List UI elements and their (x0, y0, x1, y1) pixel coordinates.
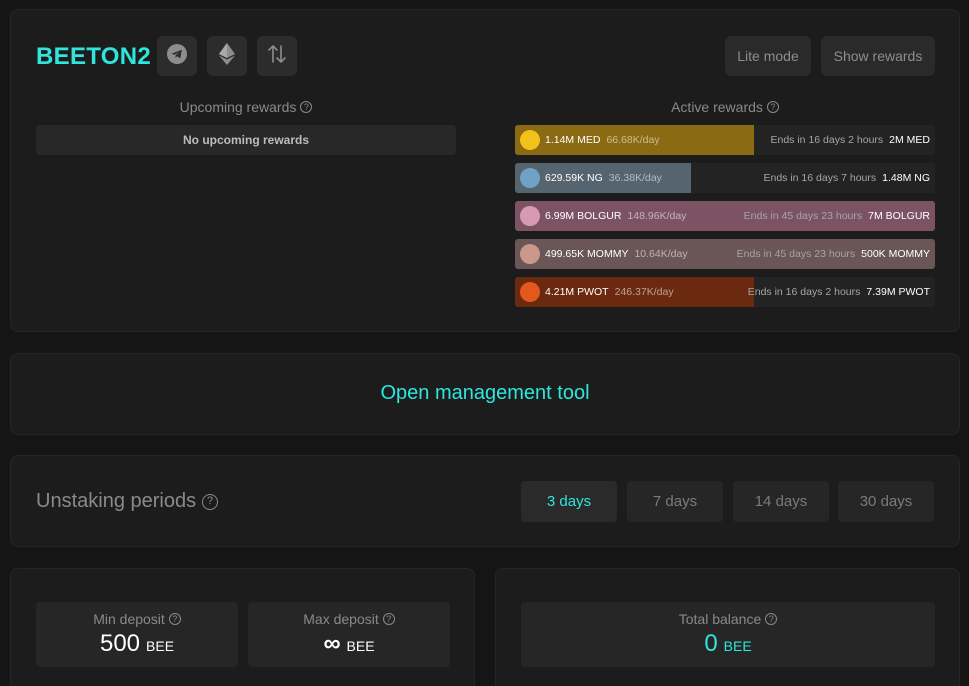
reward-rate: 36.38K/day (608, 172, 662, 184)
ethereum-icon (219, 42, 235, 70)
ethereum-button[interactable] (207, 36, 247, 76)
help-icon[interactable]: ? (168, 613, 181, 625)
reward-row-bolgur[interactable]: 6.99M BOLGUR 148.96K/day Ends in 45 days … (515, 201, 935, 231)
max-deposit-unit: BEE (346, 638, 375, 654)
pool-header-card: BEETON2 Lite mode Show rewards Upcoming … (10, 9, 960, 332)
reward-rate: 66.68K/day (606, 134, 660, 146)
help-icon[interactable]: ? (202, 493, 219, 510)
total-balance-label: Total balance (678, 611, 762, 627)
reward-rate: 246.37K/day (614, 286, 674, 298)
reward-total: 7.39M PWOT (866, 286, 930, 298)
reward-total: 500K MOMMY (861, 248, 930, 260)
reward-amount: 1.14M MED (545, 134, 601, 146)
reward-row-ng[interactable]: 629.59K NG 36.38K/day Ends in 16 days 7 h… (515, 163, 935, 193)
token-avatar-bolgur (520, 206, 540, 226)
reward-row-med[interactable]: 1.14M MED 66.68K/day Ends in 16 days 2 ho… (515, 125, 935, 155)
show-rewards-button[interactable]: Show rewards (821, 36, 935, 76)
min-deposit-unit: BEE (146, 638, 175, 654)
reward-amount: 499.65K MOMMY (545, 248, 629, 260)
min-deposit-label: Min deposit (93, 611, 165, 627)
max-deposit-label: Max deposit (303, 611, 379, 627)
reward-ends: Ends in 45 days 23 hours (736, 248, 856, 260)
max-deposit-box: Max deposit ? ∞ BEE (248, 602, 450, 667)
active-rewards-heading: Active rewards ? (515, 99, 935, 115)
infinity-icon: ∞ (323, 630, 341, 657)
reward-row-mommy[interactable]: 499.65K MOMMY 10.64K/day Ends in 45 days … (515, 239, 935, 269)
upcoming-rewards-heading: Upcoming rewards ? (36, 99, 456, 115)
telegram-button[interactable] (157, 36, 197, 76)
total-balance-value: 0 (704, 630, 718, 657)
period-button-7-days[interactable]: 7 days (627, 481, 723, 522)
reward-rate: 10.64K/day (634, 248, 688, 260)
token-avatar-mommy (520, 244, 540, 264)
total-balance-unit: BEE (723, 638, 752, 654)
management-card: Open management tool (10, 353, 960, 435)
lite-mode-button[interactable]: Lite mode (725, 36, 811, 76)
telegram-icon (166, 43, 188, 70)
reward-amount: 629.59K NG (545, 172, 603, 184)
reward-amount: 4.21M PWOT (545, 286, 609, 298)
reward-ends: Ends in 16 days 2 hours (747, 286, 861, 298)
deposit-limits-card: Min deposit ? 500 BEE Max deposit ? ∞ BE… (10, 568, 475, 686)
total-balance-box: Total balance ? 0 BEE (521, 602, 935, 667)
reward-total: 1.48M NG (882, 172, 930, 184)
swap-button[interactable] (257, 36, 297, 76)
unstaking-periods-title: Unstaking periods (36, 490, 197, 512)
open-management-tool-link[interactable]: Open management tool (11, 382, 959, 405)
unstaking-periods-card: Unstaking periods ? 3 days 7 days 14 day… (10, 455, 960, 547)
balance-card: Total balance ? 0 BEE (495, 568, 960, 686)
active-rewards-label: Active rewards (671, 99, 763, 115)
token-avatar-pwot (520, 282, 540, 302)
pool-title: BEETON2 (36, 43, 152, 70)
min-deposit-value: 500 (99, 630, 141, 657)
min-deposit-box: Min deposit ? 500 BEE (36, 602, 238, 667)
help-icon[interactable]: ? (382, 613, 395, 625)
reward-ends: Ends in 45 days 23 hours (743, 210, 863, 222)
help-icon[interactable]: ? (766, 101, 779, 113)
upcoming-rewards-label: Upcoming rewards (179, 99, 297, 115)
reward-row-pwot[interactable]: 4.21M PWOT 246.37K/day Ends in 16 days 2 … (515, 277, 935, 307)
swap-arrows-icon (266, 43, 288, 70)
help-icon[interactable]: ? (300, 101, 313, 113)
reward-total: 7M BOLGUR (868, 210, 930, 222)
reward-amount: 6.99M BOLGUR (545, 210, 622, 222)
token-avatar-ng (520, 168, 540, 188)
period-button-3-days[interactable]: 3 days (521, 481, 617, 522)
unstaking-periods-heading: Unstaking periods ? (36, 490, 219, 513)
reward-total: 2M MED (889, 134, 930, 146)
token-avatar-med (520, 130, 540, 150)
help-icon[interactable]: ? (765, 613, 778, 625)
period-button-30-days[interactable]: 30 days (838, 481, 934, 522)
period-button-14-days[interactable]: 14 days (733, 481, 829, 522)
reward-rate: 148.96K/day (627, 210, 687, 222)
reward-ends: Ends in 16 days 7 hours (763, 172, 877, 184)
no-upcoming-rewards: No upcoming rewards (36, 125, 456, 155)
reward-ends: Ends in 16 days 2 hours (770, 134, 884, 146)
